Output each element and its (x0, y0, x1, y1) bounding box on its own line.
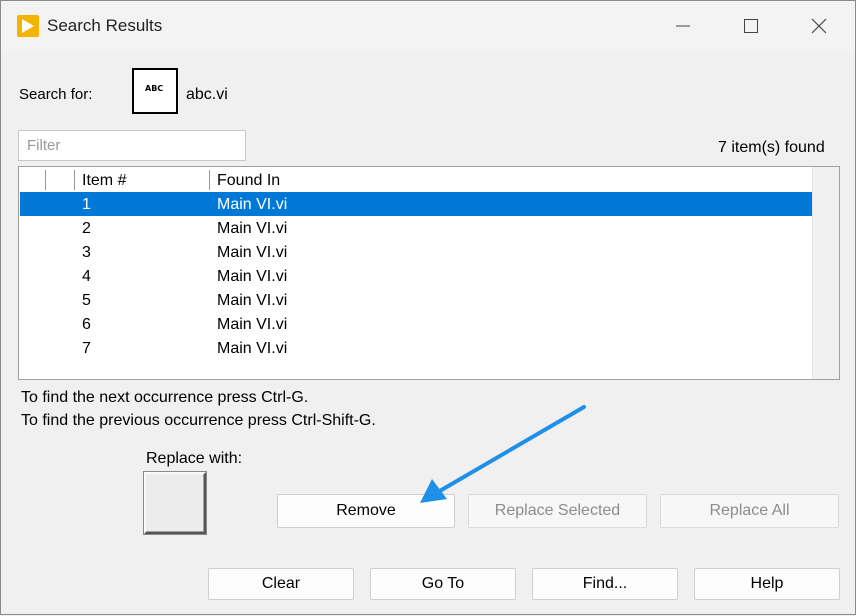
row-found-in: Main VI.vi (217, 340, 288, 357)
row-found-in: Main VI.vi (217, 268, 288, 285)
column-separator[interactable] (209, 170, 210, 190)
column-separator[interactable] (74, 170, 75, 190)
table-row[interactable]: 2 Main VI.vi (20, 216, 813, 240)
row-item-number: 3 (82, 244, 91, 261)
row-item-number: 4 (82, 268, 91, 285)
search-term: abc.vi (186, 86, 228, 103)
row-item-number: 2 (82, 220, 91, 237)
table-row[interactable]: 4 Main VI.vi (20, 264, 813, 288)
results-list-header: Item # Found In (19, 167, 813, 193)
row-item-number: 6 (82, 316, 91, 333)
help-button[interactable]: Help (694, 568, 840, 600)
replace-with-drop-target[interactable] (144, 472, 206, 534)
minimize-button[interactable] (649, 1, 717, 51)
go-to-button[interactable]: Go To (370, 568, 516, 600)
table-row[interactable]: 3 Main VI.vi (20, 240, 813, 264)
maximize-button[interactable] (717, 1, 785, 51)
results-list-scrollbar[interactable] (812, 167, 839, 379)
row-item-number: 7 (82, 340, 91, 357)
results-count: 7 item(s) found (718, 139, 825, 156)
row-item-number: 1 (82, 196, 91, 213)
close-icon (811, 18, 827, 34)
minimize-icon (676, 25, 690, 27)
search-object-icon-text: ABC (145, 84, 164, 93)
title-bar: Search Results (1, 1, 855, 51)
replace-selected-button[interactable]: Replace Selected (468, 494, 647, 528)
maximize-icon (744, 19, 758, 33)
table-row[interactable]: 1 Main VI.vi (20, 192, 813, 216)
results-list[interactable]: Item # Found In 1 Main VI.vi 2 Main VI.v… (18, 166, 840, 380)
remove-button[interactable]: Remove (277, 494, 455, 528)
find-button[interactable]: Find... (532, 568, 678, 600)
close-button[interactable] (785, 1, 853, 51)
table-row[interactable]: 6 Main VI.vi (20, 312, 813, 336)
window-title: Search Results (47, 16, 163, 35)
row-found-in: Main VI.vi (217, 220, 288, 237)
row-found-in: Main VI.vi (217, 196, 288, 213)
column-header-found-in[interactable]: Found In (217, 172, 280, 190)
row-item-number: 5 (82, 292, 91, 309)
search-object-icon: ABC (132, 68, 178, 114)
labview-play-icon (17, 15, 39, 37)
column-header-item-number[interactable]: Item # (82, 172, 126, 190)
replace-all-button[interactable]: Replace All (660, 494, 839, 528)
table-row[interactable]: 5 Main VI.vi (20, 288, 813, 312)
row-found-in: Main VI.vi (217, 316, 288, 333)
row-found-in: Main VI.vi (217, 244, 288, 261)
clear-button[interactable]: Clear (208, 568, 354, 600)
hint-previous-occurrence: To find the previous occurrence press Ct… (21, 412, 376, 429)
row-found-in: Main VI.vi (217, 292, 288, 309)
search-for-label: Search for: (19, 86, 93, 103)
table-row[interactable]: 7 Main VI.vi (20, 336, 813, 360)
filter-input[interactable] (18, 130, 246, 161)
hint-next-occurrence: To find the next occurrence press Ctrl-G… (21, 389, 309, 406)
replace-with-label: Replace with: (146, 450, 243, 467)
search-results-window: Search Results Search for: ABC abc.vi 7 … (0, 0, 856, 615)
column-separator[interactable] (45, 170, 46, 190)
